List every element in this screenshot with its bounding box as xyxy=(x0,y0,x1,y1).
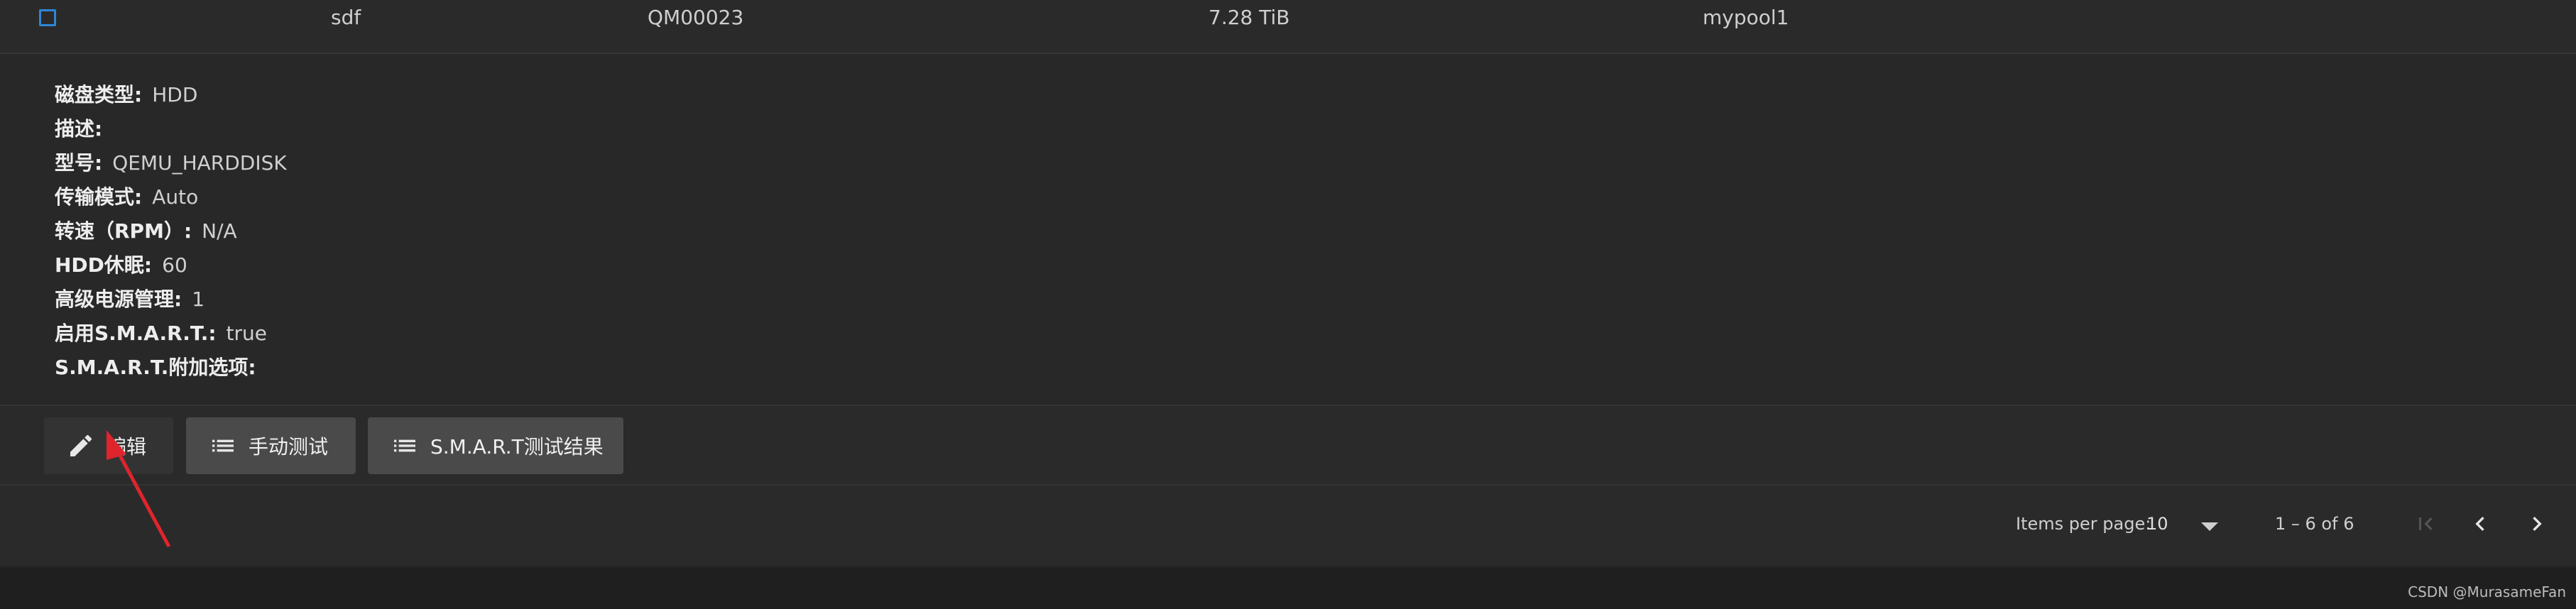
next-page-button[interactable] xyxy=(2523,510,2551,538)
disk-row[interactable]: sdf QM00023 7.28 TiB mypool1 xyxy=(0,0,2576,54)
previous-page-button[interactable] xyxy=(2466,510,2494,538)
manual-test-button[interactable]: 手动测试 xyxy=(186,417,356,474)
paginator: Items per page: 10 1 – 6 of 6 xyxy=(0,485,2576,568)
detail-value: N/A xyxy=(202,219,237,243)
first-page-button[interactable] xyxy=(2411,510,2440,538)
items-per-page-label: Items per page: xyxy=(2016,514,2151,534)
page-footer: CSDN @MurasameFan xyxy=(0,568,2576,609)
next-page-icon xyxy=(2533,517,2542,531)
watermark: CSDN @MurasameFan xyxy=(2408,583,2566,600)
row-checkbox[interactable] xyxy=(39,9,56,26)
page-range-label: 1 – 6 of 6 xyxy=(2275,514,2354,534)
list-icon xyxy=(389,432,420,460)
previous-page-icon xyxy=(2475,517,2484,531)
detail-value: 60 xyxy=(162,253,187,277)
edit-button-label: 编辑 xyxy=(107,435,147,459)
disk-serial: QM00023 xyxy=(648,6,744,29)
items-per-page-select[interactable]: 10 xyxy=(2146,514,2168,534)
detail-rpm: 转速（RPM）: N/A xyxy=(55,216,237,244)
edit-pencil-icon xyxy=(65,432,97,460)
detail-transfer-mode: 传输模式: Auto xyxy=(55,182,198,210)
detail-key: 描述: xyxy=(55,117,103,141)
edit-button[interactable]: 编辑 xyxy=(44,417,173,474)
disk-details-panel: 磁盘类型: HDD 描述: 型号: QEMU_HARDDISK 传输模式: Auto … xyxy=(0,54,2576,406)
dropdown-caret-icon[interactable] xyxy=(2201,522,2218,531)
detail-value: 1 xyxy=(192,287,205,311)
disk-actions-bar: 编辑 手动测试 S.M.A.R.T测试结果 xyxy=(0,406,2576,485)
detail-hdd-standby: HDD休眠: 60 xyxy=(55,250,187,278)
disk-size: 7.28 TiB xyxy=(1208,6,1290,29)
detail-model: 型号: QEMU_HARDDISK xyxy=(55,148,287,176)
detail-advanced-power: 高级电源管理: 1 xyxy=(55,284,204,312)
detail-key: 高级电源管理: xyxy=(55,287,182,311)
detail-key: 型号: xyxy=(55,151,103,175)
list-icon xyxy=(207,432,239,460)
detail-key: HDD休眠: xyxy=(55,253,153,277)
detail-key: 转速（RPM）: xyxy=(55,219,192,243)
detail-smart-options: S.M.A.R.T.附加选项: xyxy=(55,352,266,380)
disk-pool: mypool1 xyxy=(1703,6,1789,29)
disk-name: sdf xyxy=(331,6,361,29)
detail-value: HDD xyxy=(152,83,198,106)
detail-smart-enabled: 启用S.M.A.R.T.: true xyxy=(55,318,267,346)
detail-key: S.M.A.R.T.附加选项: xyxy=(55,356,256,379)
detail-key: 启用S.M.A.R.T.: xyxy=(55,322,217,345)
detail-disk-type: 磁盘类型: HDD xyxy=(55,79,197,108)
detail-value: true xyxy=(226,322,267,345)
detail-value: QEMU_HARDDISK xyxy=(112,151,287,175)
detail-description: 描述: xyxy=(55,114,112,142)
manual-test-label: 手动测试 xyxy=(249,435,329,459)
first-page-icon xyxy=(2419,517,2433,530)
detail-value: Auto xyxy=(152,185,199,209)
detail-key: 磁盘类型: xyxy=(55,83,143,106)
smart-results-button[interactable]: S.M.A.R.T测试结果 xyxy=(368,417,623,474)
smart-results-label: S.M.A.R.T测试结果 xyxy=(430,435,604,459)
detail-key: 传输模式: xyxy=(55,185,143,209)
